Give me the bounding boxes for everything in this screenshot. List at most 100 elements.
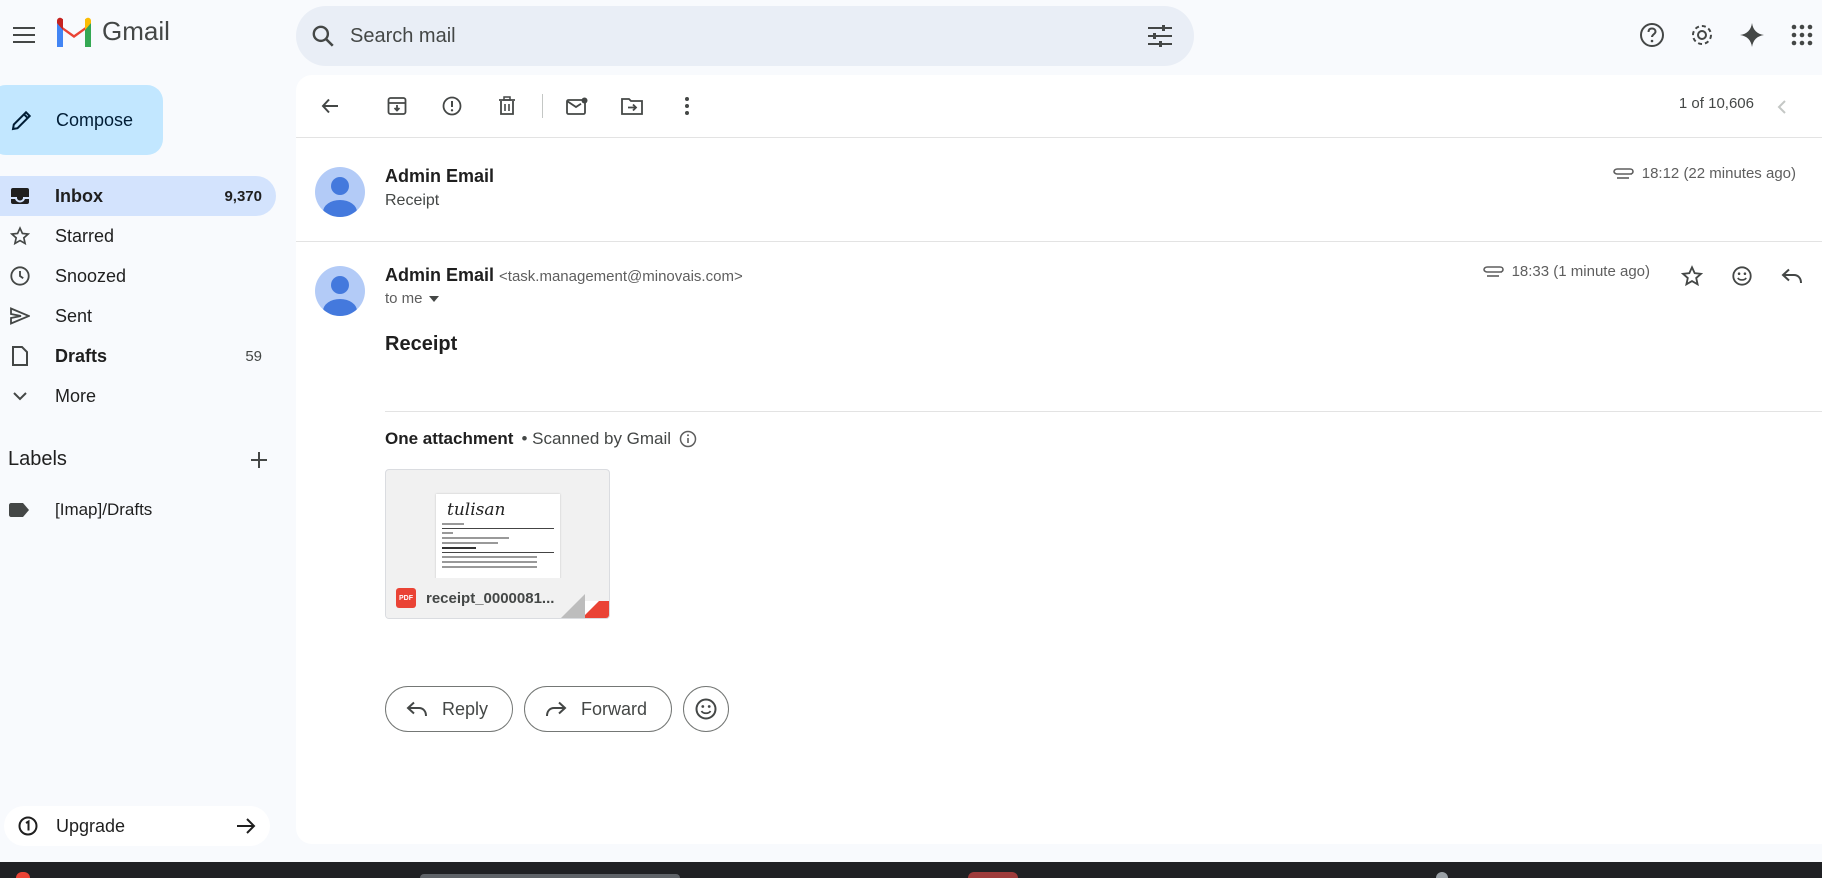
emoji-icon xyxy=(1732,266,1752,286)
archive-icon xyxy=(387,97,407,115)
mail-unread-icon xyxy=(566,97,588,115)
arrow-left-icon xyxy=(321,98,338,114)
compose-button[interactable]: Compose xyxy=(0,85,163,155)
attachments-title: One attachment xyxy=(385,429,514,448)
label-icon xyxy=(8,503,32,517)
forward-icon xyxy=(546,701,567,717)
sidebar-item-more[interactable]: More xyxy=(0,376,276,416)
nav-list: Inbox 9,370 Starred Snoozed Sent Drafts … xyxy=(0,176,276,416)
archive-button[interactable] xyxy=(377,86,417,126)
avatar xyxy=(315,167,365,217)
emoji-reaction-button[interactable] xyxy=(683,686,730,732)
paperclip-icon xyxy=(1612,167,1634,179)
attachment-filename: receipt_0000081... xyxy=(426,589,555,607)
add-reaction-button[interactable] xyxy=(1722,256,1762,296)
sparkle-icon xyxy=(1740,23,1764,47)
message-meta: 18:33 (1 minute ago) xyxy=(1482,263,1650,280)
preview-brand: tulisan xyxy=(447,500,506,520)
folder-move-icon xyxy=(621,98,643,115)
settings-button[interactable] xyxy=(1682,15,1722,55)
more-actions-button[interactable] xyxy=(667,86,707,126)
chevron-left-icon xyxy=(1777,100,1786,114)
sender-name: Admin Email xyxy=(385,166,495,186)
top-right-icons xyxy=(1632,15,1822,55)
gmail-m-icon xyxy=(57,17,91,47)
gemini-button[interactable] xyxy=(1732,15,1772,55)
reply-button[interactable]: Reply xyxy=(385,686,514,732)
sidebar-item-inbox[interactable]: Inbox 9,370 xyxy=(0,176,276,216)
main-menu-button[interactable] xyxy=(4,15,44,55)
newer-button[interactable] xyxy=(1766,87,1798,127)
sidebar-item-label: Drafts xyxy=(55,345,108,366)
message-snippet: Receipt xyxy=(385,192,440,209)
sidebar: Compose Inbox 9,370 Starred Snoozed Sent xyxy=(0,70,290,860)
apps-grid-icon xyxy=(1791,24,1813,46)
forward-button[interactable]: Forward xyxy=(524,686,673,732)
info-icon[interactable] xyxy=(679,430,697,448)
back-button[interactable] xyxy=(310,86,350,126)
taskbar-app-icon[interactable] xyxy=(968,872,1018,878)
pager-text: 1 of 10,606 xyxy=(1678,95,1754,112)
older-button[interactable] xyxy=(1816,87,1822,127)
avatar xyxy=(315,266,365,316)
paperclip-icon xyxy=(1482,265,1504,277)
gmail-app: Gmail Compose xyxy=(0,0,1822,878)
apps-button[interactable] xyxy=(1782,15,1822,55)
attachments-divider xyxy=(385,411,1822,412)
sidebar-item-label: Snoozed xyxy=(55,265,127,286)
send-icon xyxy=(8,304,32,328)
os-taskbar xyxy=(0,862,1822,878)
reply-icon xyxy=(1781,268,1802,284)
upgrade-button[interactable]: Upgrade xyxy=(4,806,270,846)
sender-line: Admin Email <task.management@minovais.co… xyxy=(385,265,743,286)
delete-button[interactable] xyxy=(487,86,527,126)
pdf-icon: PDF xyxy=(396,588,416,608)
mark-unread-button[interactable] xyxy=(557,86,597,126)
sidebar-item-starred[interactable]: Starred xyxy=(0,216,276,256)
sidebar-item-label: Starred xyxy=(55,225,115,246)
sender-email: <task.management@minovais.com> xyxy=(499,268,743,285)
search-icon[interactable] xyxy=(310,23,336,49)
help-icon xyxy=(1640,23,1664,47)
trash-icon xyxy=(499,96,515,115)
emoji-icon xyxy=(695,698,717,720)
labels-title: Labels xyxy=(8,448,67,470)
sidebar-item-label: Sent xyxy=(55,305,93,326)
taskbar-app-icon[interactable] xyxy=(16,872,30,878)
recipients-toggle[interactable]: to me xyxy=(385,290,439,307)
labels-header: Labels xyxy=(8,448,268,471)
sidebar-item-label: More xyxy=(55,385,97,406)
sidebar-label-imap-drafts[interactable]: [Imap]/Drafts xyxy=(8,490,152,530)
clock-icon xyxy=(8,264,32,288)
move-to-button[interactable] xyxy=(612,86,652,126)
add-label-icon[interactable] xyxy=(250,451,268,469)
report-spam-button[interactable] xyxy=(432,86,472,126)
upgrade-label: Upgrade xyxy=(56,815,126,836)
chevron-down-icon xyxy=(8,384,32,408)
attachment-card[interactable]: tulisan PDF receipt_0000081... xyxy=(385,469,610,619)
message-expanded: Admin Email <task.management@minovais.co… xyxy=(296,241,1822,841)
alert-circle-icon xyxy=(442,96,462,116)
taskbar-search[interactable] xyxy=(420,874,680,878)
reply-icon-button[interactable] xyxy=(1772,256,1812,296)
star-button[interactable] xyxy=(1672,256,1712,296)
support-button[interactable] xyxy=(1632,15,1672,55)
message-toolbar: 1 of 10,606 xyxy=(296,75,1822,137)
pdf-corner-icon xyxy=(561,594,609,618)
forward-label: Forward xyxy=(581,698,648,719)
sidebar-item-drafts[interactable]: Drafts 59 xyxy=(0,336,276,376)
message-body-text: Receipt xyxy=(385,333,458,355)
search-options-button[interactable] xyxy=(1140,16,1180,56)
hamburger-icon xyxy=(13,27,35,43)
sidebar-item-snoozed[interactable]: Snoozed xyxy=(0,256,276,296)
upgrade-icon xyxy=(18,816,38,836)
sidebar-item-sent[interactable]: Sent xyxy=(0,296,276,336)
gmail-logo[interactable]: Gmail xyxy=(54,16,170,47)
taskbar-app-icon[interactable] xyxy=(1436,872,1448,878)
sidebar-item-label: Inbox xyxy=(55,185,103,206)
search-input[interactable] xyxy=(350,24,1140,48)
message-collapsed[interactable]: Admin Email Receipt 18:12 (22 minutes ag… xyxy=(296,143,1822,241)
search-bar[interactable] xyxy=(296,6,1194,66)
more-vert-icon xyxy=(685,97,689,115)
reply-icon xyxy=(406,701,427,717)
